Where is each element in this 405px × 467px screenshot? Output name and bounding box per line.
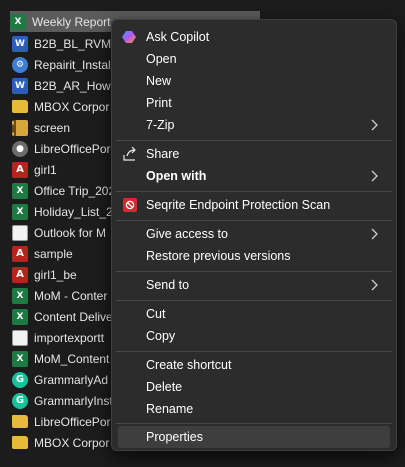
file-name: girl1_be [34, 267, 77, 282]
menu-separator [116, 220, 392, 221]
word-icon: W [12, 35, 28, 52]
excel-icon: X [12, 182, 28, 199]
menu-label: Restore previous versions [146, 249, 291, 263]
libreoffice-icon: ● [12, 140, 28, 157]
copy-item[interactable]: Copy [118, 325, 390, 347]
menu-label: Create shortcut [146, 358, 232, 372]
menu-label: Give access to [146, 227, 228, 241]
give-access-item[interactable]: Give access to [118, 223, 390, 245]
open-item[interactable]: Open [118, 48, 390, 70]
excel-icon: X [12, 308, 28, 325]
file-name: importexportt [34, 330, 105, 345]
file-name: B2B_BL_RVMP [34, 36, 120, 51]
grammarly-icon: G [12, 371, 28, 388]
menu-label: Send to [146, 278, 190, 292]
create-shortcut-item[interactable]: Create shortcut [118, 354, 390, 376]
document-icon [12, 224, 28, 241]
share-item[interactable]: Share [118, 143, 390, 165]
open-with-item[interactable]: Open with [118, 165, 390, 187]
menu-separator [116, 191, 392, 192]
new-item[interactable]: New [118, 70, 390, 92]
file-name: Office Trip_202 [34, 183, 116, 198]
folder-icon [12, 436, 28, 449]
menu-label: Delete [146, 380, 183, 394]
delete-item[interactable]: Delete [118, 376, 390, 398]
seqrite-scan-item[interactable]: Seqrite Endpoint Protection Scan [118, 194, 390, 216]
7zip-item[interactable]: 7-Zip [118, 114, 390, 136]
ask-copilot-item[interactable]: Ask Copilot [118, 26, 390, 48]
context-menu: Ask Copilot Open New Print 7-Zip Share O… [111, 19, 397, 451]
chevron-right-icon [368, 118, 382, 132]
file-name: MBOX Corpor [34, 99, 110, 114]
menu-label: Open [146, 52, 177, 66]
chevron-right-icon [368, 278, 382, 292]
menu-separator [116, 300, 392, 301]
excel-icon: X [12, 203, 28, 220]
file-name: Repairit_Install [34, 57, 114, 72]
word-icon: W [12, 77, 28, 94]
file-name: Outlook for M [34, 225, 107, 240]
share-icon [122, 146, 138, 162]
menu-label: Share [146, 147, 180, 161]
menu-separator [116, 423, 392, 424]
acrobat-icon: A [12, 245, 28, 262]
menu-label: Rename [146, 402, 194, 416]
acrobat-icon: A [12, 161, 28, 178]
send-to-item[interactable]: Send to [118, 274, 390, 296]
cut-item[interactable]: Cut [118, 303, 390, 325]
setup-icon: ⚙ [12, 56, 28, 73]
properties-item[interactable]: Properties [118, 426, 390, 448]
folder-icon [12, 415, 28, 428]
file-name: LibreOfficePor [34, 414, 111, 429]
acrobat-icon: A [12, 266, 28, 283]
file-name: GrammarlyInst [34, 393, 113, 408]
menu-label: Cut [146, 307, 166, 321]
file-name: Weekly Report [32, 14, 111, 29]
file-name: MoM - Conter [34, 288, 108, 303]
file-name: B2B_AR_How t [34, 78, 118, 93]
menu-label: Properties [146, 430, 203, 444]
document-icon [12, 329, 28, 346]
menu-label: 7-Zip [146, 118, 175, 132]
file-name: screen [34, 120, 71, 135]
chevron-right-icon [368, 227, 382, 241]
file-name: MBOX Corpor [34, 435, 110, 450]
print-item[interactable]: Print [118, 92, 390, 114]
file-name: GrammarlyAd [34, 372, 109, 387]
folder-icon [12, 100, 28, 113]
grammarly-icon: G [12, 392, 28, 409]
menu-label: Copy [146, 329, 176, 343]
file-name: MoM_Content [34, 351, 110, 366]
menu-label: Seqrite Endpoint Protection Scan [146, 198, 331, 212]
seqrite-shield-icon [122, 197, 138, 213]
file-name: Holiday_List_2 [34, 204, 113, 219]
excel-icon: X [10, 13, 26, 30]
menu-label: Ask Copilot [146, 30, 210, 44]
restore-previous-versions-item[interactable]: Restore previous versions [118, 245, 390, 267]
chevron-right-icon [368, 169, 382, 183]
menu-label: Print [146, 96, 172, 110]
menu-label: Open with [146, 169, 207, 183]
zip-folder-icon [12, 119, 28, 136]
excel-icon: X [12, 287, 28, 304]
file-name: sample [34, 246, 73, 261]
menu-separator [116, 351, 392, 352]
file-name: LibreOfficePor [34, 141, 111, 156]
file-name: girl1 [34, 162, 57, 177]
menu-separator [116, 271, 392, 272]
excel-icon: X [12, 350, 28, 367]
file-name: Content Delive [34, 309, 113, 324]
menu-label: New [146, 74, 172, 88]
menu-separator [116, 140, 392, 141]
copilot-icon [122, 29, 138, 45]
rename-item[interactable]: Rename [118, 398, 390, 420]
